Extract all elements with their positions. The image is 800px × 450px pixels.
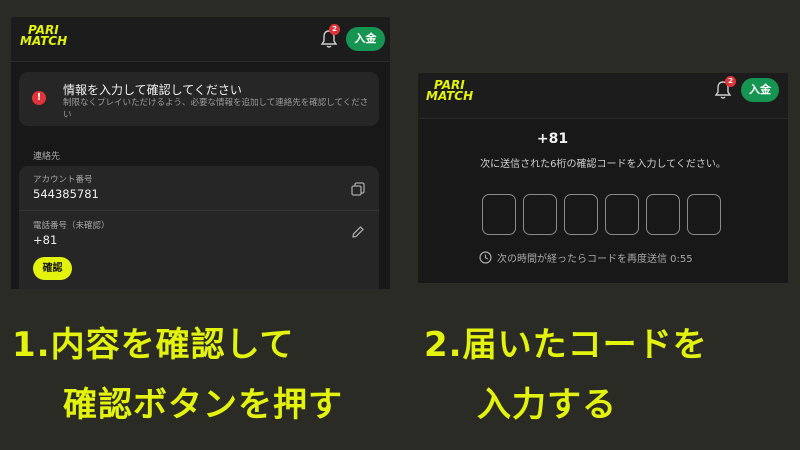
confirm-button[interactable]: 確認 xyxy=(33,257,72,280)
copy-icon[interactable] xyxy=(351,181,365,196)
parimatch-logo[interactable]: PARI MATCH xyxy=(18,24,90,51)
profile-panel: PARI MATCH 2 入金 ! 情報を入力して確認してください 制限なくプレ… xyxy=(11,17,390,289)
step1-caption-line1: 1.内容を確認して xyxy=(12,325,295,365)
code-digit-input-6[interactable] xyxy=(687,194,721,235)
code-entry-panel: PARI MATCH 2 入金 +81 次に送信された6桁の確認コードを入力して… xyxy=(418,73,788,283)
card-divider xyxy=(19,210,379,211)
verification-alert: ! 情報を入力して確認してください 制限なくプレイいただけるよう、必要な情報を追… xyxy=(19,72,379,126)
deposit-button[interactable]: 入金 xyxy=(741,78,779,102)
step1-caption-line2: 確認ボタンを押す xyxy=(63,385,343,425)
alert-title: 情報を入力して確認してください xyxy=(63,83,242,97)
header-bar: PARI MATCH 2 入金 xyxy=(11,17,390,62)
step2-caption-line1: 2.届いたコードを xyxy=(424,325,708,365)
phone-number-label: 電話番号（未確認） xyxy=(33,221,110,231)
notification-badge: 2 xyxy=(725,76,736,87)
logo-text-bottom: MATCH xyxy=(20,34,68,48)
phone-number-value: +81 xyxy=(33,233,58,247)
alert-description: 制限なくプレイいただけるよう、必要な情報を追加して連絡先を確認してください xyxy=(63,98,369,120)
code-instruction: 次に送信された6桁の確認コードを入力してください。 xyxy=(480,159,726,170)
notification-badge: 2 xyxy=(329,24,340,35)
code-digit-input-4[interactable] xyxy=(605,194,639,235)
contact-card: アカウント番号 544385781 電話番号（未確認） +81 確認 xyxy=(19,166,379,289)
account-number-label: アカウント番号 xyxy=(33,175,93,185)
clock-icon xyxy=(479,249,492,264)
warning-icon: ! xyxy=(32,91,46,105)
code-digit-input-3[interactable] xyxy=(564,194,598,235)
step2-caption-line2: 入力する xyxy=(477,385,617,425)
edit-pencil-icon[interactable] xyxy=(351,224,365,238)
resend-timer-text: 次の時間が経ったらコードを再度送信 0:55 xyxy=(497,254,693,265)
code-digit-input-2[interactable] xyxy=(523,194,557,235)
contact-section-label: 連絡先 xyxy=(33,152,61,162)
code-digit-input-5[interactable] xyxy=(646,194,680,235)
parimatch-logo[interactable]: PARI MATCH xyxy=(424,79,496,106)
phone-number-display: +81 xyxy=(536,131,569,147)
code-digit-input-1[interactable] xyxy=(482,194,516,235)
logo-text-bottom: MATCH xyxy=(426,89,474,103)
header-bar: PARI MATCH 2 入金 xyxy=(418,73,788,119)
account-number-value: 544385781 xyxy=(33,187,99,201)
deposit-button[interactable]: 入金 xyxy=(346,27,385,51)
